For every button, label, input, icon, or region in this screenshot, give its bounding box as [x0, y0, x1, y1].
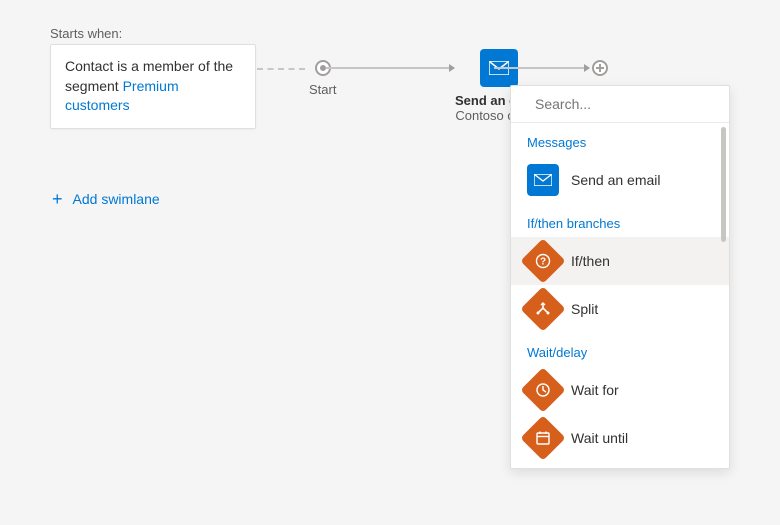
panel-item-split[interactable]: Split — [511, 285, 729, 333]
panel-item-wait-for[interactable]: Wait for — [511, 366, 729, 414]
panel-item-label: Wait until — [571, 430, 628, 446]
mail-icon — [527, 164, 559, 196]
svg-text:?: ? — [540, 257, 546, 268]
panel-item-label: Split — [571, 301, 598, 317]
add-node-button[interactable] — [592, 60, 608, 76]
starts-when-label: Starts when: — [50, 26, 122, 41]
search-row[interactable] — [511, 86, 729, 123]
section-header-messages: Messages — [511, 123, 729, 156]
panel-item-send-email[interactable]: Send an email — [511, 156, 729, 204]
trigger-card[interactable]: Contact is a member of the segment Premi… — [50, 44, 256, 129]
connector-dashed — [257, 68, 305, 70]
panel-item-label: Wait for — [571, 382, 619, 398]
start-node[interactable]: Start — [309, 60, 336, 97]
panel-item-label: Send an email — [571, 172, 661, 188]
panel-item-if-then[interactable]: ? If/then — [511, 237, 729, 285]
panel-item-wait-until[interactable]: Wait until — [511, 414, 729, 462]
action-picker-panel: Messages Send an email If/then branches … — [510, 85, 730, 469]
plus-icon: + — [52, 190, 63, 208]
clock-icon — [520, 367, 565, 412]
search-input[interactable] — [535, 96, 716, 112]
panel-item-label: If/then — [571, 253, 610, 269]
calendar-icon — [520, 415, 565, 460]
add-swimlane-button[interactable]: + Add swimlane — [52, 190, 160, 208]
add-swimlane-label: Add swimlane — [73, 191, 160, 207]
connector-2 — [494, 67, 589, 69]
section-header-wait: Wait/delay — [511, 333, 729, 366]
scrollbar[interactable] — [721, 127, 726, 242]
panel-body: Messages Send an email If/then branches … — [511, 123, 729, 468]
question-icon: ? — [520, 238, 565, 283]
split-icon — [520, 286, 565, 331]
start-node-label: Start — [309, 82, 336, 97]
connector-1 — [326, 67, 454, 69]
section-header-branches: If/then branches — [511, 204, 729, 237]
